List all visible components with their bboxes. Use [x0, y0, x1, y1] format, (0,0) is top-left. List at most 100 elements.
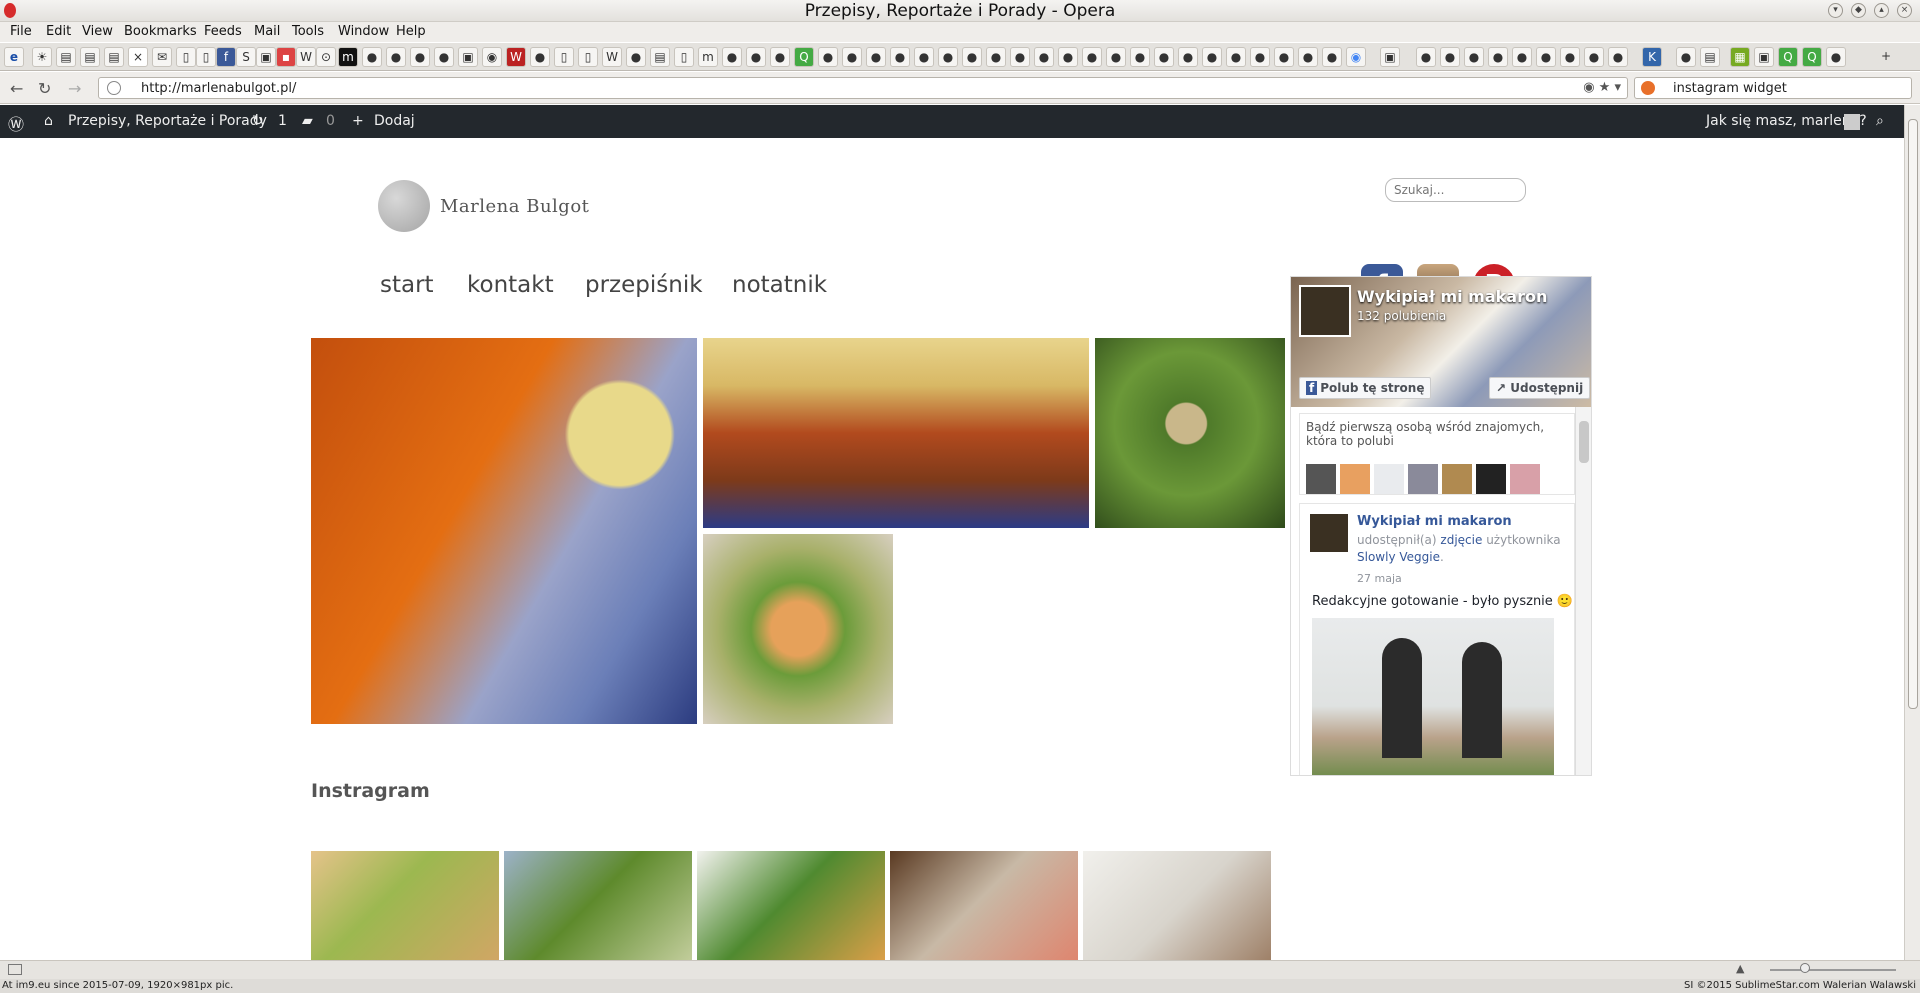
- nav-kontakt[interactable]: kontakt: [467, 272, 554, 298]
- recipe-photo-salad[interactable]: [703, 534, 893, 724]
- tab-github-38[interactable]: ●: [1560, 47, 1580, 67]
- tab-github-36[interactable]: ●: [1512, 47, 1532, 67]
- new-tab-icon[interactable]: +: [1876, 47, 1896, 67]
- tab-21[interactable]: m: [698, 47, 718, 67]
- tab-2[interactable]: ▤: [56, 47, 76, 67]
- close-icon[interactable]: ×: [1897, 3, 1912, 18]
- tab-github-16[interactable]: ●: [962, 47, 982, 67]
- page-scrollbar[interactable]: [1904, 105, 1920, 960]
- tab-qt-2[interactable]: Q: [1778, 47, 1798, 67]
- tab-github-17[interactable]: ●: [986, 47, 1006, 67]
- friend-avatar[interactable]: [1306, 464, 1336, 494]
- instagram-photo-2[interactable]: [504, 851, 692, 960]
- fb-like-button[interactable]: f Polub tę stronę: [1299, 377, 1432, 399]
- recipe-photo-pasta-chickpeas[interactable]: [703, 338, 1089, 528]
- menu-view[interactable]: View: [82, 24, 113, 39]
- tab-18[interactable]: W: [602, 47, 622, 67]
- tab-github-3[interactable]: ●: [410, 47, 430, 67]
- menu-feeds[interactable]: Feeds: [204, 24, 242, 39]
- instagram-photo-3[interactable]: [697, 851, 885, 960]
- friend-avatar[interactable]: [1340, 464, 1370, 494]
- tab-github-33[interactable]: ●: [1440, 47, 1460, 67]
- friend-avatar[interactable]: [1476, 464, 1506, 494]
- reload-icon[interactable]: ↻: [38, 79, 51, 98]
- tab-26[interactable]: ▣: [1754, 47, 1774, 67]
- post-photo[interactable]: [1312, 618, 1554, 775]
- tab-github-23[interactable]: ●: [1130, 47, 1150, 67]
- tab-github-32[interactable]: ●: [1416, 47, 1436, 67]
- tab-github-20[interactable]: ●: [1058, 47, 1078, 67]
- tab-github-18[interactable]: ●: [1010, 47, 1030, 67]
- comments-icon[interactable]: ▰: [302, 113, 313, 129]
- fb-page-avatar[interactable]: [1299, 285, 1351, 337]
- tab-20[interactable]: ▯: [674, 47, 694, 67]
- tab-github-13[interactable]: ●: [890, 47, 910, 67]
- recipe-photo-arugula-stuffed[interactable]: [1095, 338, 1285, 528]
- tab-github-9[interactable]: ●: [770, 47, 790, 67]
- user-avatar[interactable]: [1844, 114, 1860, 130]
- menu-window[interactable]: Window: [338, 24, 389, 39]
- tab-github-11[interactable]: ●: [842, 47, 862, 67]
- tab-active[interactable]: ×: [128, 47, 148, 67]
- tab-github-31[interactable]: ●: [1322, 47, 1342, 67]
- tab-facebook[interactable]: f: [216, 47, 236, 67]
- instagram-photo-1[interactable]: [311, 851, 499, 960]
- tab-github-15[interactable]: ●: [938, 47, 958, 67]
- tab-14[interactable]: ◉: [482, 47, 502, 67]
- nav-notatnik[interactable]: notatnik: [732, 272, 827, 298]
- tab-github-34[interactable]: ●: [1464, 47, 1484, 67]
- updates-count[interactable]: 1: [278, 113, 287, 129]
- tab-15[interactable]: W: [506, 47, 526, 67]
- tab-8[interactable]: ▣: [256, 47, 276, 67]
- menu-edit[interactable]: Edit: [46, 24, 71, 39]
- tab-github-37[interactable]: ●: [1536, 47, 1556, 67]
- search-engine-icon[interactable]: [1641, 81, 1655, 95]
- site-logo-icon[interactable]: [378, 180, 430, 232]
- tab-11[interactable]: ⊙: [316, 47, 336, 67]
- menu-tools[interactable]: Tools: [292, 24, 324, 39]
- post-author-avatar[interactable]: [1310, 514, 1348, 552]
- feed-bookmark-icons[interactable]: ◉ ★ ▾: [1583, 80, 1621, 95]
- tab-github-8[interactable]: ●: [746, 47, 766, 67]
- updates-icon[interactable]: ↻: [252, 113, 264, 129]
- tab-github-40[interactable]: ●: [1608, 47, 1628, 67]
- tab-github-24[interactable]: ●: [1154, 47, 1174, 67]
- tab-16[interactable]: ▯: [554, 47, 574, 67]
- back-icon[interactable]: ←: [10, 79, 23, 98]
- home-icon[interactable]: ⌂: [44, 113, 53, 129]
- tab-chrome[interactable]: ◉: [1346, 47, 1366, 67]
- tab-github-28[interactable]: ●: [1250, 47, 1270, 67]
- tab-github-26[interactable]: ●: [1202, 47, 1222, 67]
- tab-3[interactable]: ▤: [80, 47, 100, 67]
- tab-github-27[interactable]: ●: [1226, 47, 1246, 67]
- plus-icon[interactable]: +: [352, 113, 364, 129]
- tab-github-41[interactable]: ●: [1676, 47, 1696, 67]
- tab-17[interactable]: ▯: [578, 47, 598, 67]
- tab-github-35[interactable]: ●: [1488, 47, 1508, 67]
- recipe-photo-carrot-puree[interactable]: [311, 338, 697, 724]
- tab-5[interactable]: ▯: [176, 47, 196, 67]
- tab-github-21[interactable]: ●: [1082, 47, 1102, 67]
- tab-4[interactable]: ▤: [104, 47, 124, 67]
- friend-avatar[interactable]: [1510, 464, 1540, 494]
- tab-github-30[interactable]: ●: [1298, 47, 1318, 67]
- tab-10[interactable]: W: [296, 47, 316, 67]
- tab-github-12[interactable]: ●: [866, 47, 886, 67]
- menu-mail[interactable]: Mail: [254, 24, 280, 39]
- wp-site-name[interactable]: Przepisy, Reportaże i Porady: [68, 113, 267, 129]
- tab-9[interactable]: ▪: [276, 47, 296, 67]
- post-author-name[interactable]: Wykipiał mi makaron: [1357, 514, 1512, 529]
- tab-12[interactable]: m: [338, 47, 358, 67]
- tab-ie[interactable]: e: [4, 47, 24, 67]
- friend-avatar[interactable]: [1442, 464, 1472, 494]
- menu-help[interactable]: Help: [396, 24, 426, 39]
- user-greeting[interactable]: Jak się masz, marlena?: [1706, 113, 1867, 129]
- tab-qt-3[interactable]: Q: [1802, 47, 1822, 67]
- search-icon[interactable]: ⌕: [1876, 113, 1884, 129]
- friend-avatar[interactable]: [1374, 464, 1404, 494]
- instagram-photo-4[interactable]: [890, 851, 1078, 960]
- minimize-icon[interactable]: ▾: [1828, 3, 1843, 18]
- zoom-slider[interactable]: [1770, 969, 1896, 971]
- tab-github-22[interactable]: ●: [1106, 47, 1126, 67]
- fb-cover-photo[interactable]: Wykipiał mi makaron 132 polubienia f Polu…: [1291, 277, 1591, 407]
